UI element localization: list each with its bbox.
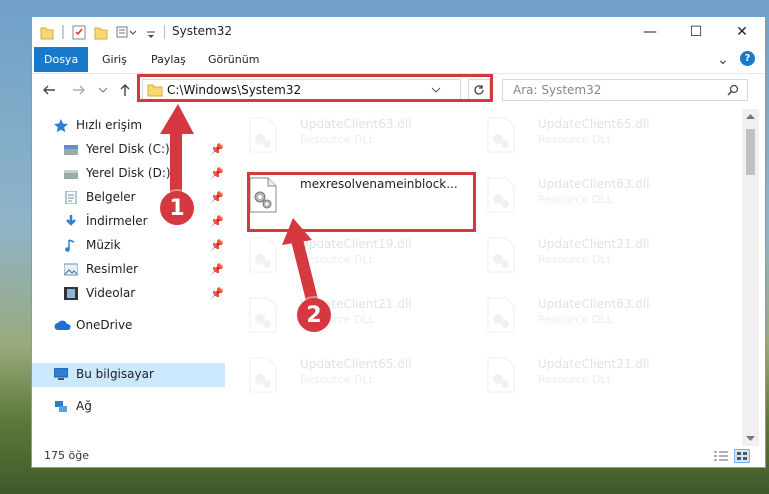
step-1-badge: 1 <box>160 191 194 225</box>
arrow-1-head <box>160 104 194 134</box>
step-2-badge: 2 <box>297 298 331 332</box>
arrow-2-head <box>282 218 312 245</box>
arrow-2-shaft <box>291 238 318 302</box>
annotation-arrows <box>160 104 318 302</box>
